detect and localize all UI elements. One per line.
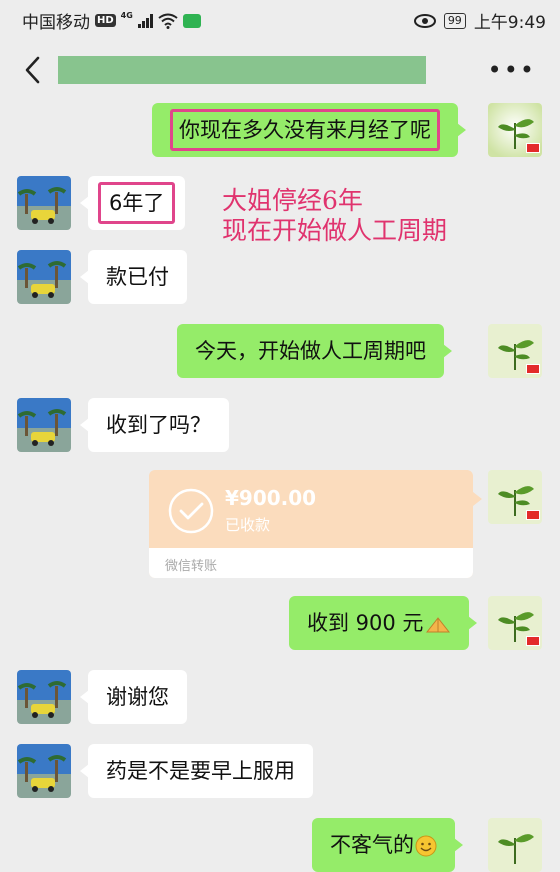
chat-header: •••: [0, 38, 560, 106]
message-bubble-sent[interactable]: 今天，开始做人工周期吧: [177, 324, 452, 378]
ellipsis-icon[interactable]: •••: [488, 58, 536, 82]
my-avatar[interactable]: [488, 103, 542, 157]
my-avatar[interactable]: [488, 324, 542, 378]
message-bubble-received[interactable]: 款已付: [80, 250, 187, 304]
wechat-notification-icon: [182, 13, 201, 28]
status-bar: 中国移动 HD 4G 99 上午9:49: [0, 0, 560, 38]
chevron-left-icon[interactable]: [16, 52, 52, 88]
eye-icon: [413, 13, 436, 28]
my-avatar[interactable]: [488, 470, 542, 524]
clock: 上午9:49: [473, 13, 546, 33]
network-type: 4G: [120, 11, 133, 20]
contact-avatar[interactable]: [17, 176, 71, 230]
message-text: 不客气的: [330, 833, 414, 857]
my-avatar[interactable]: [488, 818, 542, 872]
carrier-label: 中国移动: [22, 13, 90, 33]
message-bubble-received[interactable]: 6年了: [79, 176, 186, 230]
transfer-card[interactable]: ¥900.00 已收款 微信转账: [149, 470, 473, 578]
message-bubble-sent[interactable]: 不客气的: [312, 818, 463, 872]
message-bubble-received[interactable]: 药是不是要早上服用: [80, 744, 313, 798]
battery-indicator: 99: [443, 12, 466, 29]
transfer-amount: ¥900.00: [225, 486, 317, 510]
message-bubble-received[interactable]: 收到了吗？: [80, 398, 229, 452]
contact-avatar[interactable]: [17, 744, 71, 798]
highlighted-message-text: 6年了: [98, 182, 176, 224]
message-bubble-sent[interactable]: 你现在多久没有来月经了呢: [152, 103, 466, 157]
pink-annotation: 大姐停经6年 现在开始做人工周期: [222, 186, 447, 246]
highlighted-message-text: 你现在多久没有来月经了呢: [170, 109, 440, 151]
check-circle-icon: [168, 488, 214, 534]
annotation-line-1: 大姐停经6年: [222, 186, 363, 215]
contact-avatar[interactable]: [17, 670, 71, 724]
contact-avatar[interactable]: [17, 250, 71, 304]
message-text: 收到 900 元: [307, 611, 424, 635]
contact-avatar[interactable]: [17, 398, 71, 452]
wifi-icon: [158, 13, 178, 29]
hd-badge: HD: [95, 14, 116, 27]
transfer-footer-label: 微信转账: [165, 559, 218, 574]
smiling-face-icon: [415, 835, 437, 857]
contact-name-redacted: [58, 56, 426, 84]
praying-hands-icon: [426, 617, 451, 633]
signal-icon: [137, 13, 153, 28]
transfer-footer: 微信转账: [149, 548, 473, 578]
transfer-status: 已收款: [225, 516, 271, 534]
my-avatar[interactable]: [488, 596, 542, 650]
annotation-line-2: 现在开始做人工周期: [222, 216, 448, 245]
message-bubble-received[interactable]: 谢谢您: [80, 670, 187, 724]
transfer-card-tail: [473, 492, 482, 506]
message-bubble-sent[interactable]: 收到 900 元: [289, 596, 478, 650]
